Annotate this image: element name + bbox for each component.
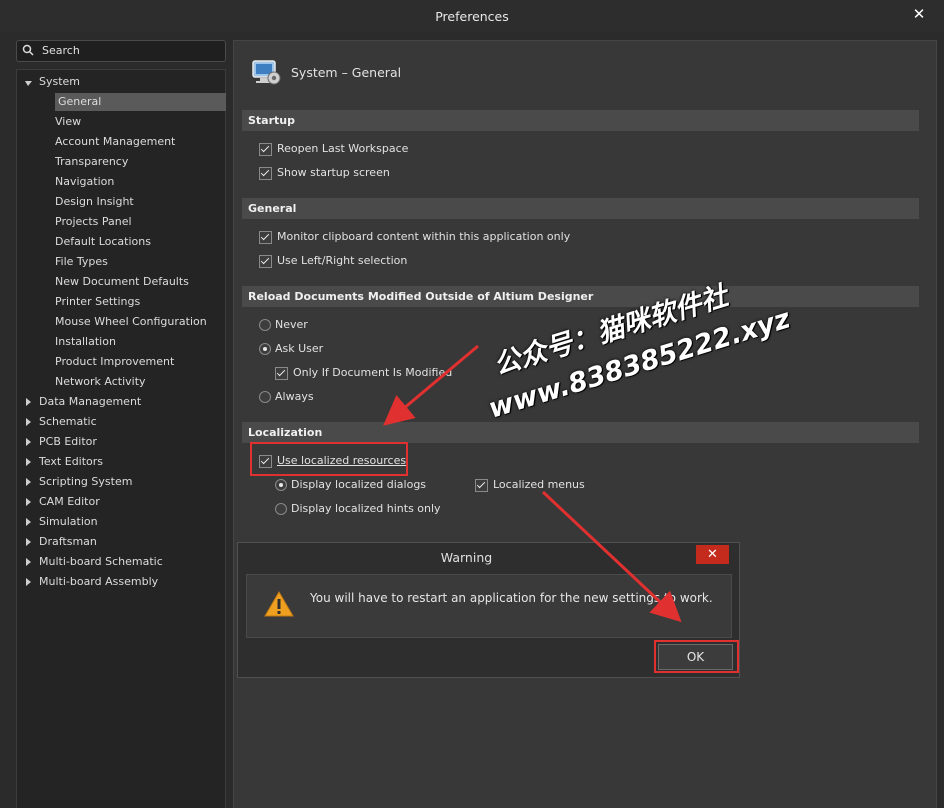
annotation-arrows bbox=[383, 344, 682, 623]
arrow-to-ok bbox=[541, 490, 682, 623]
arrow-to-localized bbox=[383, 344, 479, 426]
